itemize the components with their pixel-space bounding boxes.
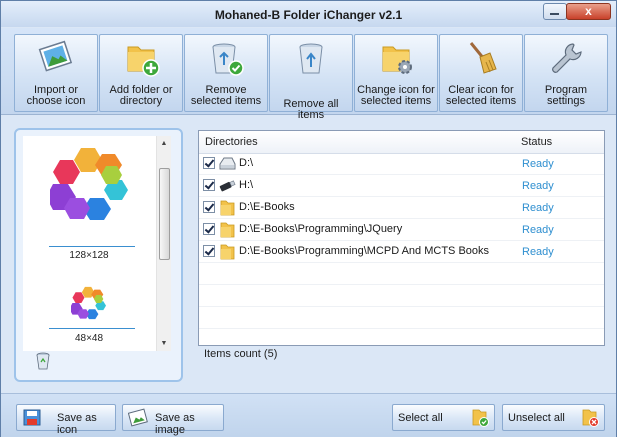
- row-checkbox[interactable]: [203, 179, 215, 191]
- minimize-icon: [550, 13, 559, 15]
- toolbar-label: Remove selected items: [190, 84, 262, 107]
- image-icon: [128, 408, 148, 427]
- hexagon-cluster-icon: [50, 148, 128, 220]
- toolbar-label: Program settings: [544, 84, 588, 107]
- row-checkbox[interactable]: [203, 245, 215, 257]
- scroll-thumb[interactable]: [159, 168, 170, 260]
- hexagon-cluster-icon: [71, 286, 106, 320]
- recycle-bin-icon[interactable]: [35, 352, 51, 370]
- preview-size-label: 48×48: [74, 333, 104, 344]
- table-row[interactable]: D:\E-Books\Programming\JQuery Ready: [199, 219, 604, 241]
- folder-icon: [220, 244, 235, 260]
- table-row[interactable]: H:\ Ready: [199, 175, 604, 197]
- toolbar-label: Change icon for selected items: [357, 84, 435, 107]
- save-icon-icon: [23, 409, 41, 426]
- window-title: Mohaned-B Folder iChanger v2.1: [214, 8, 403, 22]
- row-path: D:\E-Books\Programming\JQuery: [239, 223, 403, 235]
- column-header-status[interactable]: Status: [521, 136, 552, 148]
- preview-item-small[interactable]: [23, 286, 155, 322]
- remove-selected-button[interactable]: Remove selected items: [184, 34, 268, 112]
- directory-list[interactable]: Directories Status D:\ Ready H:\ Ready D…: [198, 130, 605, 346]
- row-status: Ready: [522, 246, 554, 258]
- row-status: Ready: [522, 158, 554, 170]
- row-path: D:\: [239, 157, 254, 169]
- toolbar-label: Clear icon for selected items: [445, 84, 517, 107]
- button-label: Save as icon: [57, 412, 97, 436]
- button-label: Select all: [398, 412, 443, 424]
- broom-icon: [469, 42, 497, 74]
- folder-icon: [220, 222, 235, 238]
- toolbar-label: Add folder or directory: [109, 84, 173, 107]
- usb-drive-icon: [219, 180, 236, 192]
- clear-icon-button[interactable]: Clear icon for selected items: [439, 34, 523, 112]
- list-header: Directories Status: [199, 131, 604, 154]
- wrench-icon: [552, 43, 582, 73]
- row-checkbox[interactable]: [203, 223, 215, 235]
- empty-row: [199, 263, 604, 285]
- unselect-all-button[interactable]: Unselect all: [502, 404, 605, 431]
- table-row[interactable]: D:\ Ready: [199, 153, 604, 175]
- remove-all-button[interactable]: Remove all items: [269, 34, 353, 121]
- recycle-bin-icon: [299, 43, 323, 74]
- folder-icon: [220, 200, 235, 216]
- close-button[interactable]: x: [566, 3, 611, 20]
- scroll-up-arrow-icon[interactable]: ▲: [157, 140, 171, 147]
- change-icon-button[interactable]: Change icon for selected items: [354, 34, 438, 112]
- toolbar-label: Remove all items: [283, 98, 339, 121]
- save-as-icon-button[interactable]: Save as icon: [16, 404, 116, 436]
- minimize-button[interactable]: [543, 3, 567, 20]
- table-row[interactable]: D:\E-Books\Programming\MCPD And MCTS Boo…: [199, 241, 604, 263]
- folder-gear-icon: [382, 46, 412, 74]
- row-checkbox[interactable]: [203, 157, 215, 169]
- image-import-icon: [38, 40, 73, 72]
- import-icon-button[interactable]: Import or choose icon: [14, 34, 98, 112]
- title-bar: Mohaned-B Folder iChanger v2.1 x: [1, 1, 616, 27]
- column-header-directories[interactable]: Directories: [205, 136, 258, 148]
- add-folder-button[interactable]: Add folder or directory: [99, 34, 183, 112]
- row-status: Ready: [522, 202, 554, 214]
- preview-divider: [49, 246, 135, 247]
- table-row[interactable]: D:\E-Books Ready: [199, 197, 604, 219]
- program-settings-button[interactable]: Program settings: [524, 34, 608, 112]
- bottom-bar: Save as icon Save as image Select all Un…: [1, 393, 616, 437]
- row-path: D:\E-Books: [239, 201, 295, 213]
- row-status: Ready: [522, 224, 554, 236]
- icon-preview-list[interactable]: 128×128 48×48 ▲ ▼: [23, 136, 171, 351]
- folder-check-icon: [472, 409, 489, 427]
- toolbar-label: Import or choose icon: [26, 84, 86, 107]
- preview-scrollbar[interactable]: ▲ ▼: [156, 136, 171, 351]
- row-path: H:\: [239, 179, 254, 191]
- folder-remove-icon: [582, 409, 599, 427]
- items-count: Items count (5): [204, 348, 278, 360]
- app-window: Mohaned-B Folder iChanger v2.1 x Import …: [0, 0, 617, 437]
- preview-item-large[interactable]: [23, 146, 155, 222]
- toolbar: Import or choose icon Add folder or dire…: [1, 28, 616, 121]
- recycle-bin-check-icon: [212, 43, 244, 76]
- select-all-button[interactable]: Select all: [392, 404, 495, 431]
- folder-add-icon: [127, 46, 160, 77]
- preview-divider: [49, 328, 135, 329]
- empty-row: [199, 307, 604, 329]
- close-icon: x: [585, 4, 592, 18]
- button-label: Save as image: [155, 412, 195, 436]
- button-label: Unselect all: [508, 412, 565, 424]
- icon-preview-panel: 128×128 48×48 ▲ ▼: [14, 128, 183, 382]
- save-as-image-button[interactable]: Save as image: [122, 404, 224, 436]
- row-status: Ready: [522, 180, 554, 192]
- row-path: D:\E-Books\Programming\MCPD And MCTS Boo…: [239, 245, 490, 257]
- preview-size-label: 128×128: [69, 250, 109, 261]
- row-checkbox[interactable]: [203, 201, 215, 213]
- drive-icon: [219, 157, 236, 170]
- empty-row: [199, 285, 604, 307]
- scroll-down-arrow-icon[interactable]: ▼: [157, 340, 171, 347]
